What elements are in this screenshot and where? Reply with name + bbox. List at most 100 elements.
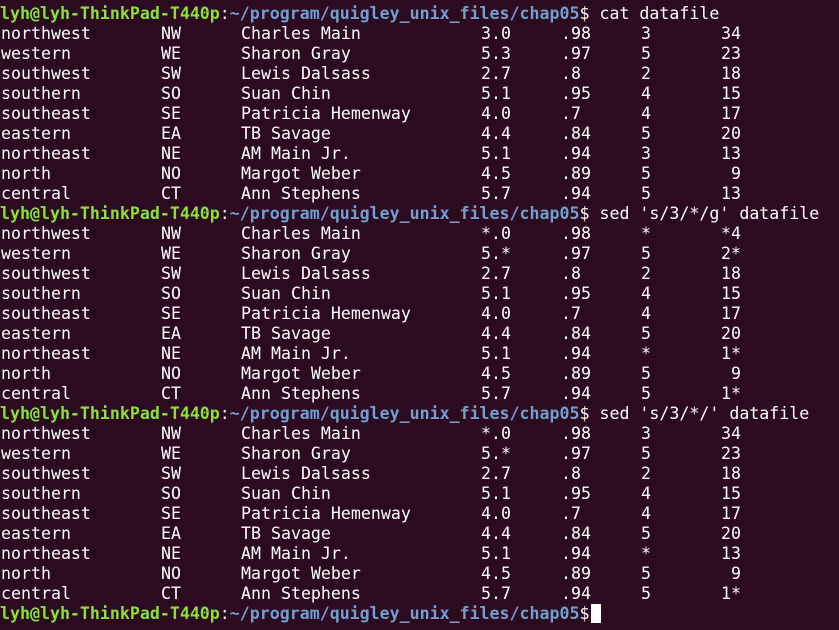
value1-cell: 2.7 — [481, 64, 511, 83]
value4-cell: 13 — [721, 544, 741, 563]
name-cell: Patricia Hemenway — [241, 304, 411, 323]
value1-cell: 5.1 — [481, 284, 511, 303]
region-cell: eastern — [1, 124, 71, 143]
prompt-user-host: lyh@lyh-ThinkPad-T440p — [0, 604, 220, 623]
output-row: southern SO Suan Chin 5.1 .95 4 15 — [0, 84, 839, 104]
output-row: northeast NE AM Main Jr. 5.1 .94 * 13 — [0, 544, 839, 564]
value1-cell: *.0 — [481, 224, 511, 243]
value1-cell: 5.* — [481, 244, 511, 263]
region-cell: northwest — [1, 224, 91, 243]
name-cell: AM Main Jr. — [241, 544, 351, 563]
prompt-user-host: lyh@lyh-ThinkPad-T440p — [0, 4, 220, 23]
value4-cell: 18 — [721, 464, 741, 483]
value1-cell: 5.* — [481, 444, 511, 463]
value2-cell: .95 — [561, 284, 591, 303]
region-cell: north — [1, 364, 51, 383]
region-cell: southeast — [1, 504, 91, 523]
output-row: eastern EA TB Savage 4.4 .84 5 20 — [0, 524, 839, 544]
name-cell: Margot Weber — [241, 564, 361, 583]
region-cell: central — [1, 584, 71, 603]
output-row: southwest SW Lewis Dalsass 2.7 .8 2 18 — [0, 464, 839, 484]
name-cell: Ann Stephens — [241, 384, 361, 403]
value4-cell: 23 — [721, 444, 741, 463]
prompt-dollar: $ — [579, 204, 590, 223]
abbr-cell: NO — [161, 364, 181, 383]
active-prompt-line[interactable]: lyh@lyh-ThinkPad-T440p:~/program/quigley… — [0, 604, 839, 624]
region-cell: southern — [1, 484, 81, 503]
name-cell: Sharon Gray — [241, 44, 351, 63]
value3-cell: 2 — [641, 464, 651, 483]
value3-cell: * — [641, 224, 651, 243]
name-cell: Ann Stephens — [241, 584, 361, 603]
value3-cell: 5 — [641, 364, 651, 383]
region-cell: western — [1, 44, 71, 63]
value1-cell: 5.1 — [481, 344, 511, 363]
abbr-cell: SO — [161, 484, 181, 503]
value2-cell: .89 — [561, 564, 591, 583]
abbr-cell: CT — [161, 584, 181, 603]
name-cell: TB Savage — [241, 324, 331, 343]
value3-cell: 5 — [641, 584, 651, 603]
value2-cell: .98 — [561, 224, 591, 243]
value2-cell: .97 — [561, 444, 591, 463]
value4-cell: 20 — [721, 124, 741, 143]
value3-cell: 5 — [641, 444, 651, 463]
value4-cell: 1* — [721, 344, 741, 363]
value2-cell: .95 — [561, 84, 591, 103]
output-row: western WE Sharon Gray 5.* .97 5 2* — [0, 244, 839, 264]
prompt-separator: : — [219, 404, 230, 423]
value2-cell: .94 — [561, 184, 591, 203]
command-text: sed 's/3/*/' datafile — [589, 404, 810, 423]
name-cell: Suan Chin — [241, 84, 331, 103]
value4-cell: 13 — [721, 144, 741, 163]
output-row: southern SO Suan Chin 5.1 .95 4 15 — [0, 284, 839, 304]
value3-cell: 5 — [641, 184, 651, 203]
value4-cell: 13 — [721, 184, 741, 203]
name-cell: Sharon Gray — [241, 444, 351, 463]
prompt-user-host: lyh@lyh-ThinkPad-T440p — [0, 404, 220, 423]
value3-cell: 5 — [641, 384, 651, 403]
region-cell: southwest — [1, 64, 91, 83]
abbr-cell: SO — [161, 84, 181, 103]
output-row: northwest NW Charles Main *.0 .98 * *4 — [0, 224, 839, 244]
value1-cell: 4.0 — [481, 304, 511, 323]
name-cell: Suan Chin — [241, 284, 331, 303]
terminal-cursor[interactable] — [591, 604, 602, 623]
abbr-cell: SW — [161, 264, 181, 283]
value3-cell: 3 — [641, 424, 651, 443]
region-cell: southern — [1, 84, 81, 103]
abbr-cell: NE — [161, 544, 181, 563]
name-cell: Margot Weber — [241, 164, 361, 183]
value1-cell: 4.4 — [481, 524, 511, 543]
output-row: central CT Ann Stephens 5.7 .94 5 13 — [0, 184, 839, 204]
abbr-cell: SW — [161, 64, 181, 83]
abbr-cell: CT — [161, 384, 181, 403]
value1-cell: 4.5 — [481, 164, 511, 183]
value2-cell: .8 — [561, 264, 581, 283]
abbr-cell: NO — [161, 164, 181, 183]
prompt-path: ~/program/quigley_unix_files/chap05 — [229, 404, 580, 423]
value1-cell: 2.7 — [481, 464, 511, 483]
region-cell: northeast — [1, 344, 91, 363]
output-row: southeast SE Patricia Hemenway 4.0 .7 4 17 — [0, 304, 839, 324]
terminal-window[interactable]: lyh@lyh-ThinkPad-T440p:~/program/quigley… — [0, 0, 839, 630]
command-text: cat datafile — [589, 4, 720, 23]
region-cell: western — [1, 444, 71, 463]
abbr-cell: WE — [161, 44, 181, 63]
value1-cell: 4.5 — [481, 364, 511, 383]
value2-cell: .94 — [561, 344, 591, 363]
prompt-line: lyh@lyh-ThinkPad-T440p:~/program/quigley… — [0, 404, 839, 424]
region-cell: southwest — [1, 264, 91, 283]
region-cell: northwest — [1, 24, 91, 43]
output-row: northeast NE AM Main Jr. 5.1 .94 * 1* — [0, 344, 839, 364]
region-cell: northeast — [1, 144, 91, 163]
name-cell: Ann Stephens — [241, 184, 361, 203]
name-cell: Sharon Gray — [241, 244, 351, 263]
output-row: southeast SE Patricia Hemenway 4.0 .7 4 17 — [0, 104, 839, 124]
abbr-cell: CT — [161, 184, 181, 203]
value2-cell: .7 — [561, 104, 581, 123]
region-cell: southern — [1, 284, 81, 303]
value4-cell: 20 — [721, 324, 741, 343]
prompt-user-host: lyh@lyh-ThinkPad-T440p — [0, 204, 220, 223]
name-cell: Charles Main — [241, 24, 361, 43]
